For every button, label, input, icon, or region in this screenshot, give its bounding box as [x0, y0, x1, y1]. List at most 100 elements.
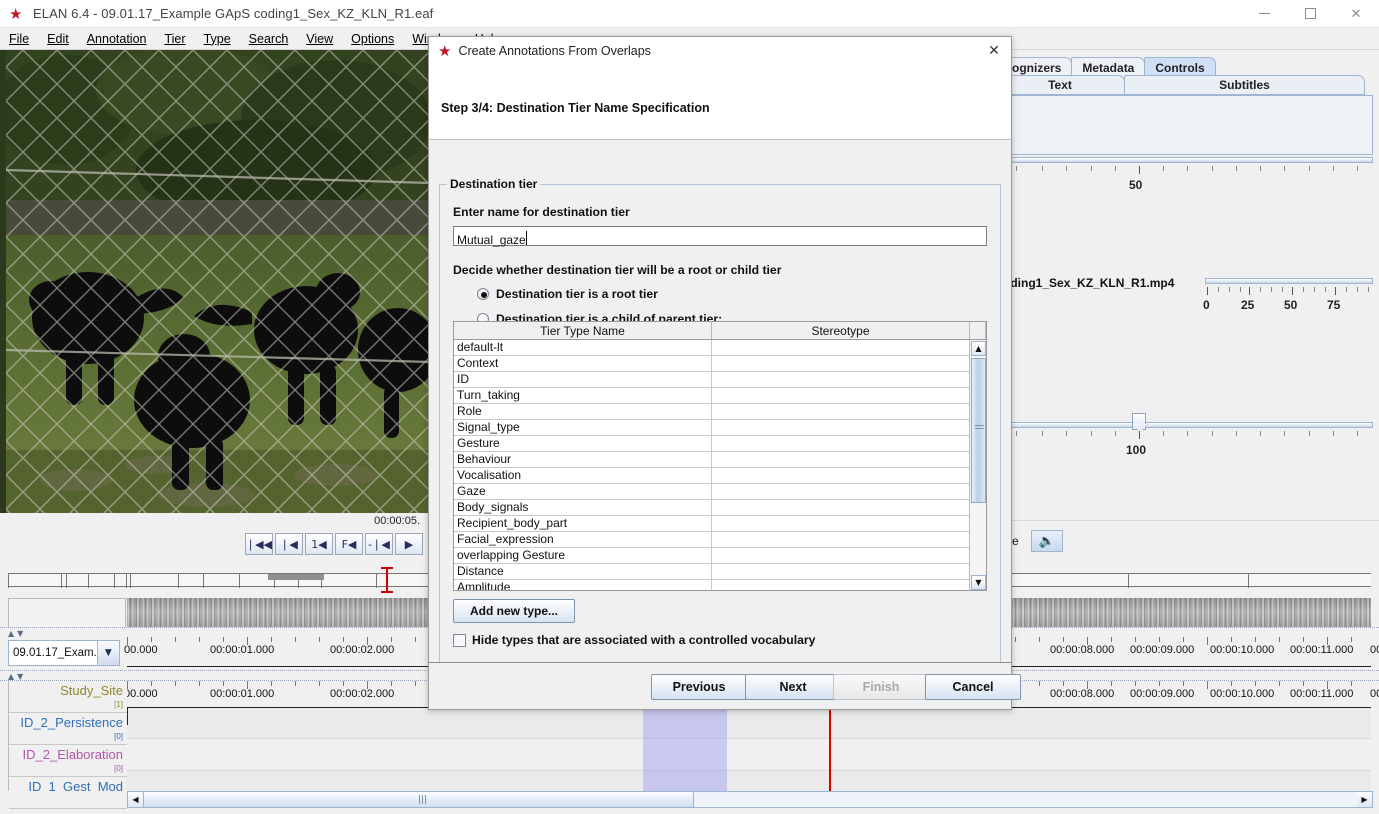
checkbox-icon[interactable]: [453, 633, 466, 647]
tier-ruler-label-1: 00:00:01.000: [210, 688, 275, 700]
minimize-button[interactable]: [1241, 0, 1287, 28]
menu-options[interactable]: Options: [342, 30, 403, 48]
table-scroll-up-arrow[interactable]: ▲: [971, 341, 986, 356]
splitter-arrows-icon-2[interactable]: ▲▼: [8, 672, 26, 681]
volume-row-label: e: [1012, 534, 1019, 548]
media-slider-ticks: [1205, 287, 1373, 295]
add-new-type-button[interactable]: Add new type...: [453, 599, 575, 623]
tier-annotation-count: [1]: [114, 700, 123, 709]
tier-ruler-label-10: 00:00:10.000: [1210, 688, 1275, 700]
column-header-stereotype[interactable]: Stereotype: [712, 322, 970, 339]
radio-button-icon[interactable]: [477, 288, 489, 300]
menu-annotation[interactable]: Annotation: [78, 30, 156, 48]
previous-annotation-button[interactable]: F◀: [335, 533, 363, 555]
cell-tier-type-name: ID: [454, 372, 712, 387]
volume-slider-track[interactable]: [1002, 422, 1373, 428]
subtab-text[interactable]: Text: [995, 75, 1125, 95]
radio-root-tier-label: Destination tier is a root tier: [496, 287, 658, 301]
table-row[interactable]: Body_signals: [454, 500, 986, 516]
play-pause-button[interactable]: ▶: [395, 533, 423, 555]
cell-stereotype: [712, 500, 970, 515]
table-row[interactable]: Turn_taking: [454, 388, 986, 404]
subtab-subtitles[interactable]: Subtitles: [1124, 75, 1365, 95]
tier-annotation-area[interactable]: [127, 681, 1371, 803]
video-viewer[interactable]: [0, 50, 430, 520]
previous-frame-button[interactable]: 1◀: [305, 533, 333, 555]
menu-view[interactable]: View: [297, 30, 342, 48]
rate-slider-track[interactable]: [1002, 157, 1373, 163]
table-row[interactable]: Vocalisation: [454, 468, 986, 484]
media-slider-track[interactable]: [1205, 278, 1373, 284]
tier-type-table[interactable]: Tier Type Name Stereotype default-lt Con…: [453, 321, 987, 591]
menu-edit[interactable]: Edit: [38, 30, 78, 48]
density-cursor[interactable]: [381, 567, 393, 593]
table-scroll-thumb[interactable]: [971, 358, 986, 503]
cell-tier-type-name: Behaviour: [454, 452, 712, 467]
cancel-button[interactable]: Cancel: [925, 674, 1021, 700]
tier-label-study-site[interactable]: Study_Site [1]: [9, 681, 127, 713]
timeline-hscrollbar[interactable]: ◀ ▶: [127, 791, 1373, 808]
destination-tier-name-input[interactable]: Mutual_gaze: [453, 226, 987, 247]
radio-root-tier[interactable]: Destination tier is a root tier: [477, 287, 658, 301]
tier-label-id-2-persistence[interactable]: ID_2_Persistence [0]: [9, 713, 127, 745]
tier-row[interactable]: [127, 707, 1371, 739]
table-row[interactable]: Gesture: [454, 436, 986, 452]
table-row[interactable]: overlapping Gesture: [454, 548, 986, 564]
table-row[interactable]: Facial_expression: [454, 532, 986, 548]
media-position-slider[interactable]: 0 25 50 75: [1203, 278, 1375, 323]
table-row[interactable]: Role: [454, 404, 986, 420]
previous-scroll-view-button[interactable]: ❘◀: [275, 533, 303, 555]
dialog-close-icon[interactable]: ✕: [983, 41, 1005, 61]
timeline-scroll-left-arrow[interactable]: ◀: [128, 792, 143, 807]
menu-tier[interactable]: Tier: [155, 30, 194, 48]
tab-metadata[interactable]: Metadata: [1071, 57, 1146, 76]
cell-tier-type-name: Turn_taking: [454, 388, 712, 403]
table-row[interactable]: Amplitude: [454, 580, 986, 590]
viewer-tabs: ognizers Metadata Controls: [1001, 56, 1216, 76]
selection-begin-button[interactable]: -❘◀: [365, 533, 393, 555]
menu-search[interactable]: Search: [240, 30, 298, 48]
cell-tier-type-name: Role: [454, 404, 712, 419]
rate-slider-value: 50: [1129, 178, 1143, 192]
cell-stereotype: [712, 420, 970, 435]
dialog-title: Create Annotations From Overlaps: [458, 44, 651, 58]
time-selection-highlight: [643, 707, 727, 795]
table-row[interactable]: ID: [454, 372, 986, 388]
volume-slider[interactable]: 100: [1002, 413, 1373, 472]
table-row[interactable]: Behaviour: [454, 452, 986, 468]
table-row[interactable]: Distance: [454, 564, 986, 580]
cell-tier-type-name: Body_signals: [454, 500, 712, 515]
density-selection: [268, 574, 324, 580]
chevron-down-icon[interactable]: ▼: [96, 641, 119, 665]
hide-cv-types-checkbox-row[interactable]: Hide types that are associated with a co…: [453, 633, 815, 647]
speaker-icon[interactable]: 🔈: [1031, 530, 1063, 552]
cell-stereotype: [712, 580, 970, 590]
destination-tier-legend: Destination tier: [447, 177, 541, 191]
tier-row[interactable]: [127, 739, 1371, 771]
timeline-scroll-right-arrow[interactable]: ▶: [1357, 792, 1372, 807]
volume-slider-thumb[interactable]: [1132, 413, 1146, 430]
menu-type[interactable]: Type: [195, 30, 240, 48]
menu-file[interactable]: File: [0, 30, 38, 48]
column-header-tier-type-name[interactable]: Tier Type Name: [454, 322, 712, 339]
close-button[interactable]: ✕: [1333, 0, 1379, 28]
tab-controls[interactable]: Controls: [1144, 57, 1216, 76]
previous-button[interactable]: Previous: [651, 674, 747, 700]
tier-label-id-2-elaboration[interactable]: ID_2_Elaboration [0]: [9, 745, 127, 777]
table-vscrollbar[interactable]: ▲ ▼: [969, 340, 986, 590]
maximize-button[interactable]: [1287, 0, 1333, 28]
table-row[interactable]: Signal_type: [454, 420, 986, 436]
table-row[interactable]: Recipient_body_part: [454, 516, 986, 532]
next-button[interactable]: Next: [745, 674, 841, 700]
tier-ruler-label-0: 00.000: [124, 688, 158, 700]
table-scroll-down-arrow[interactable]: ▼: [971, 575, 986, 590]
timeline-hscroll-thumb[interactable]: [143, 792, 694, 807]
table-row[interactable]: Gaze: [454, 484, 986, 500]
table-row[interactable]: default-lt: [454, 340, 986, 356]
rate-slider[interactable]: 50: [1002, 157, 1373, 207]
go-to-begin-button[interactable]: ❘◀◀: [245, 533, 273, 555]
table-row[interactable]: Context: [454, 356, 986, 372]
cell-stereotype: [712, 532, 970, 547]
tier-set-selector[interactable]: 09.01.17_Exam... ▼: [8, 640, 120, 666]
elan-icon: ★: [438, 42, 452, 60]
